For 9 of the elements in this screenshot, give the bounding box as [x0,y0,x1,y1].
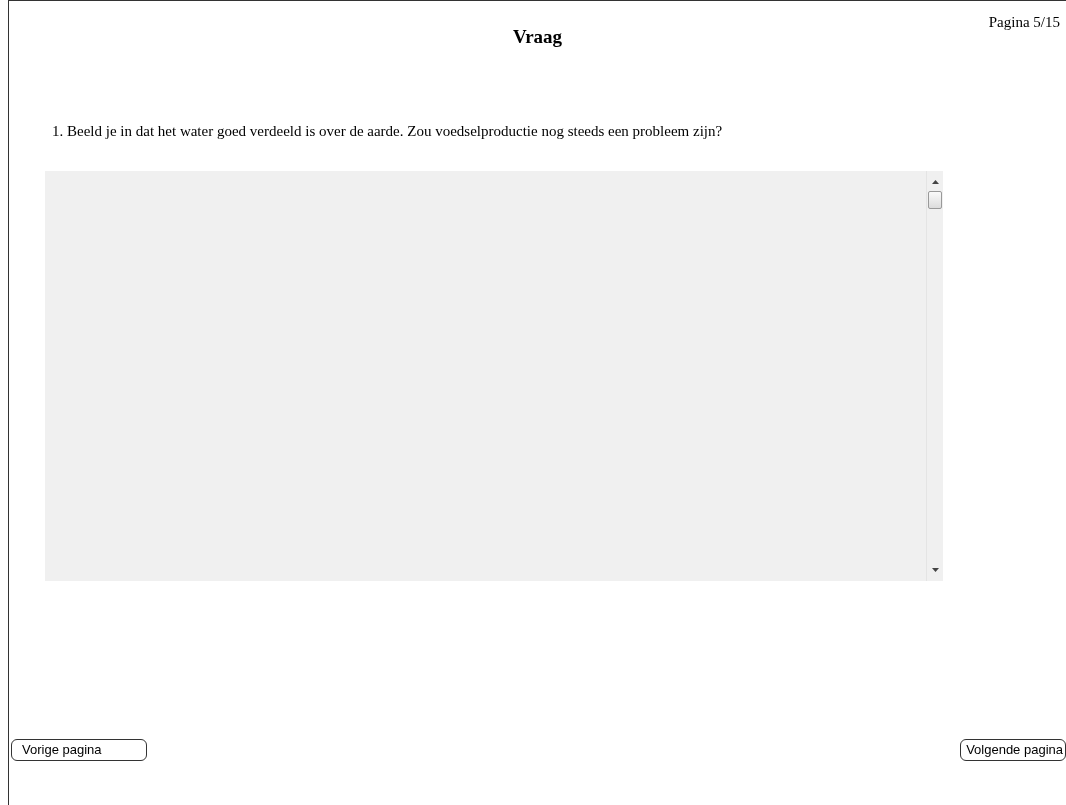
next-page-button[interactable]: Volgende pagina [960,739,1066,761]
page-title: Vraag [512,25,563,49]
scroll-up-icon[interactable] [931,180,939,184]
scrollbar[interactable] [926,171,943,581]
previous-page-button[interactable]: Vorige pagina [11,739,147,761]
scroll-thumb[interactable] [928,191,942,209]
question-text: 1. Beeld je in dat het water goed verdeeld is over de aarde. Zou voedselproductie nog steeds een probleem zijn? [52,122,724,140]
page-indicator: Pagina 5/15 [988,13,1060,31]
scroll-down-icon[interactable] [931,568,939,572]
